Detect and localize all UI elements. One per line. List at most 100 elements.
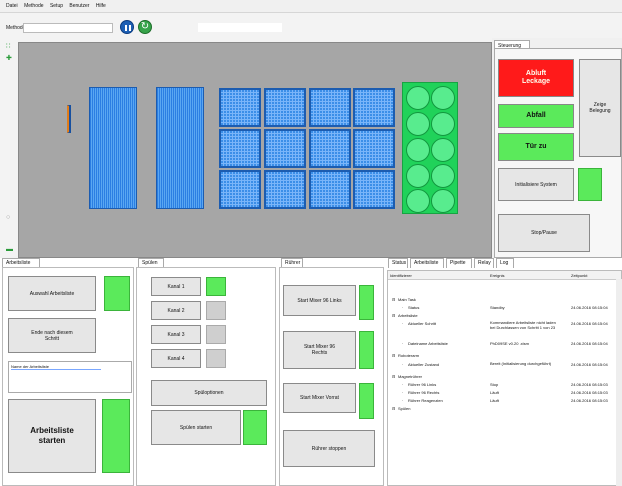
worklist-name-label: Name der Arbeitsliste: [11, 364, 101, 370]
channel-1-indicator: [206, 277, 226, 296]
collapse-icon[interactable]: ⊟: [392, 353, 395, 358]
mixer-supply-button[interactable]: Start Mixer Vorrat: [283, 383, 356, 413]
door-indicator: Tür zu: [498, 133, 574, 161]
tab-worklist-status[interactable]: Arbeitsliste: [410, 258, 444, 268]
tree-row[interactable]: ⊟ Spülen: [388, 406, 621, 414]
menu-user[interactable]: Benutzer: [69, 3, 89, 9]
menu-help[interactable]: Hilfe: [96, 3, 106, 9]
menu-file[interactable]: Datei: [6, 3, 18, 9]
channel-2-button[interactable]: Kanal 2: [151, 301, 201, 320]
worklist-status-indicator: [104, 276, 130, 311]
tree-row[interactable]: · Rührer 96 Links Stop 24.06.2016 08:15:03: [388, 382, 621, 390]
refresh-icon[interactable]: ↻: [138, 20, 152, 34]
column-event[interactable]: Ereignis: [490, 273, 504, 278]
status-header: Identifizierer Ereignis Zeitpunkt: [388, 271, 621, 280]
end-after-step-button[interactable]: Ende nach diesem Schritt: [8, 318, 96, 353]
tree-row[interactable]: · Aktueller Zustand Bereit (Initialisierun…: [388, 361, 621, 370]
tree-row[interactable]: · Rührer Reagenzien Läuft 24.06.2016 08:15:…: [388, 398, 621, 406]
column-identifier[interactable]: Identifizierer: [390, 273, 412, 278]
channel-4-indicator: [206, 349, 226, 368]
channel-4-button[interactable]: Kanal 4: [151, 349, 201, 368]
tree-time: 24.06.2016 08:15:04: [571, 321, 608, 326]
deck-visualization: [18, 42, 492, 258]
worklist-panel: Auswahl Arbeitsliste Ende nach diesem Sc…: [2, 267, 134, 486]
collapse-icon[interactable]: ⊟: [392, 406, 395, 411]
tree-event: Standby: [490, 305, 505, 310]
rinse-options-button[interactable]: Spüloptionen: [151, 380, 267, 406]
tree-time: 24.06.2016 08:15:04: [571, 362, 608, 367]
tree-time: 24.06.2016 08:15:03: [571, 398, 608, 403]
method-input[interactable]: [23, 23, 113, 33]
move-icon[interactable]: ✚: [6, 54, 12, 62]
tree-row[interactable]: ⊟ Magnetrührer: [388, 374, 621, 382]
column-time[interactable]: Zeitpunkt: [571, 273, 587, 278]
tree-identifier: Rührer 96 Links: [408, 382, 437, 387]
tree-row[interactable]: ⊟ Main Task: [388, 297, 621, 305]
tree-event: PhD09SE v0.20 .xlsm: [490, 341, 529, 346]
menu-setup[interactable]: Setup: [50, 3, 63, 9]
tree-identifier: Rührer Reagenzien: [408, 398, 443, 403]
tree-line-icon: ·: [402, 390, 404, 395]
tree-row[interactable]: · Rührer 96 Rechts Läuft 24.06.2016 08:15:0…: [388, 390, 621, 398]
tree-row[interactable]: · Status Standby 24.06.2016 08:15:04: [388, 305, 621, 313]
init-system-button[interactable]: Initialisiere System: [498, 168, 574, 201]
tree-identifier: Rührer 96 Rechts: [408, 390, 440, 395]
leak-indicator: Abluft Leckage: [498, 59, 574, 97]
rack-1: [89, 87, 137, 209]
tab-status[interactable]: Status: [388, 258, 408, 268]
collapse-icon[interactable]: ⊟: [392, 313, 395, 318]
left-tool-strip: ∷ ✚ ○ ▬: [0, 42, 18, 258]
tree-identifier: Main Task: [398, 297, 416, 302]
rinse-panel: Kanal 1 Kanal 2 Kanal 3 Kanal 4 Spülopti…: [136, 267, 276, 486]
mixer-supply-indicator: [359, 383, 374, 419]
tree-identifier: Dateiname Arbeitsliste: [408, 341, 448, 346]
plate-6: [264, 129, 306, 168]
plate-3: [309, 88, 351, 127]
pause-icon[interactable]: [120, 20, 134, 34]
start-worklist-button[interactable]: Arbeitsliste starten: [8, 399, 96, 473]
plate-8: [353, 129, 395, 168]
tree-event: Bereit (Initialisierung durchgeführt): [490, 361, 552, 366]
control-body: Abluft Leckage Abfall Tür zu Zeige Beleg…: [494, 48, 622, 258]
tree-row[interactable]: ⊟ Roboterarm: [388, 353, 621, 361]
plate-2: [264, 88, 306, 127]
mixer-96-right-button[interactable]: Start Mixer 96 Rechts: [283, 331, 356, 369]
tree-row[interactable]: · Aktueller Schritt Kommandiere Arbeitslis…: [388, 320, 621, 329]
stack-icon[interactable]: ▬: [6, 246, 13, 253]
tree-identifier: Aktueller Schritt: [408, 321, 437, 326]
circle-icon[interactable]: ○: [6, 214, 10, 221]
status-field: [198, 23, 282, 32]
show-occupancy-button[interactable]: Zeige Belegung: [579, 59, 621, 157]
tree-identifier: Arbeitsliste: [398, 313, 418, 318]
tip-holder: [67, 105, 71, 133]
collapse-icon[interactable]: ⊟: [392, 374, 395, 379]
channel-3-button[interactable]: Kanal 3: [151, 325, 201, 344]
status-tree[interactable]: Identifizierer Ereignis Zeitpunkt ⊟ Main …: [387, 270, 622, 486]
select-worklist-button[interactable]: Auswahl Arbeitsliste: [8, 276, 96, 311]
plate-12: [353, 170, 395, 209]
tree-identifier: Roboterarm: [398, 353, 420, 358]
mixer-96-left-button[interactable]: Start Mixer 96 Links: [283, 285, 356, 316]
stirrer-panel: Start Mixer 96 Links Start Mixer 96 Rech…: [279, 267, 384, 486]
stop-pause-button[interactable]: Stop/Pause: [498, 214, 590, 252]
tab-log[interactable]: Log: [496, 258, 514, 268]
tree-event: Stop: [490, 382, 499, 387]
tab-pipette[interactable]: Pipette: [446, 258, 472, 268]
tree-line-icon: ·: [402, 382, 404, 387]
tree-event: Läuft: [490, 398, 499, 403]
stop-stirrer-button[interactable]: Rührer stoppen: [283, 430, 375, 467]
rinse-status-indicator: [243, 410, 267, 445]
waste-indicator: Abfall: [498, 104, 574, 128]
grid-icon[interactable]: ∷: [6, 42, 10, 50]
plate-7: [309, 129, 351, 168]
plate-9: [219, 170, 261, 209]
tree-row[interactable]: · Dateiname Arbeitsliste PhD09SE v0.20 .xl…: [388, 341, 621, 349]
menu-method[interactable]: Methode: [24, 3, 43, 9]
tab-relay[interactable]: Relay: [474, 258, 494, 268]
channel-1-button[interactable]: Kanal 1: [151, 277, 201, 296]
collapse-icon[interactable]: ⊟: [392, 297, 395, 302]
status-scrollbar[interactable]: [616, 279, 622, 486]
rinse-start-button[interactable]: Spülen starten: [151, 410, 241, 445]
worklist-name-box[interactable]: Name der Arbeitsliste: [8, 361, 132, 393]
plate-5: [219, 129, 261, 168]
